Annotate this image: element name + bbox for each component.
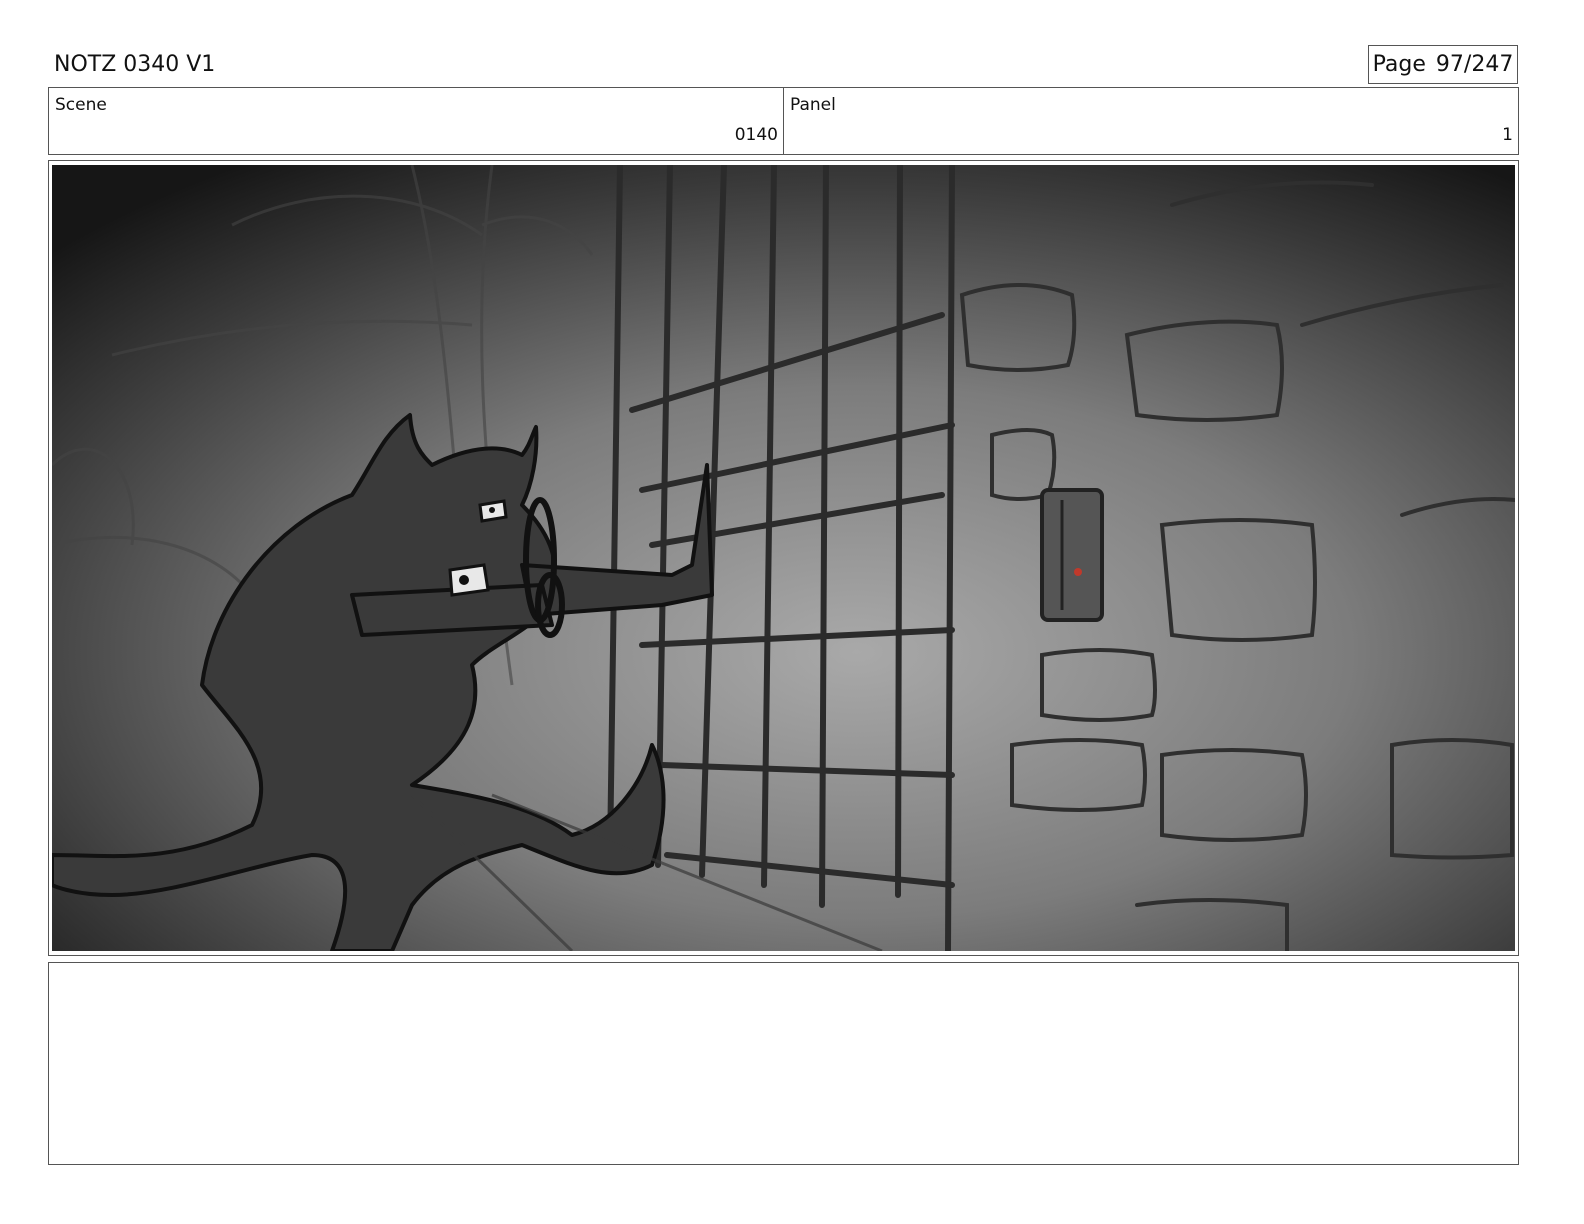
- scene-cell: Scene 0140: [49, 88, 783, 154]
- page-indicator: Page 97/247: [1368, 45, 1518, 84]
- scene-value: 0140: [734, 125, 778, 145]
- page-label: Page: [1372, 52, 1426, 77]
- page-number: 97/247: [1435, 52, 1514, 77]
- panel-label: Panel: [790, 95, 836, 115]
- notes-area: [48, 962, 1519, 1165]
- panel-value: 1: [1502, 125, 1513, 145]
- storyboard-frame: [48, 160, 1519, 956]
- scene-panel-row: Scene 0140 Panel 1: [48, 87, 1519, 155]
- panel-cell: Panel 1: [783, 88, 1518, 154]
- document-title: NOTZ 0340 V1: [54, 52, 216, 77]
- storyboard-sketch-image: [52, 165, 1515, 951]
- scene-label: Scene: [55, 95, 107, 115]
